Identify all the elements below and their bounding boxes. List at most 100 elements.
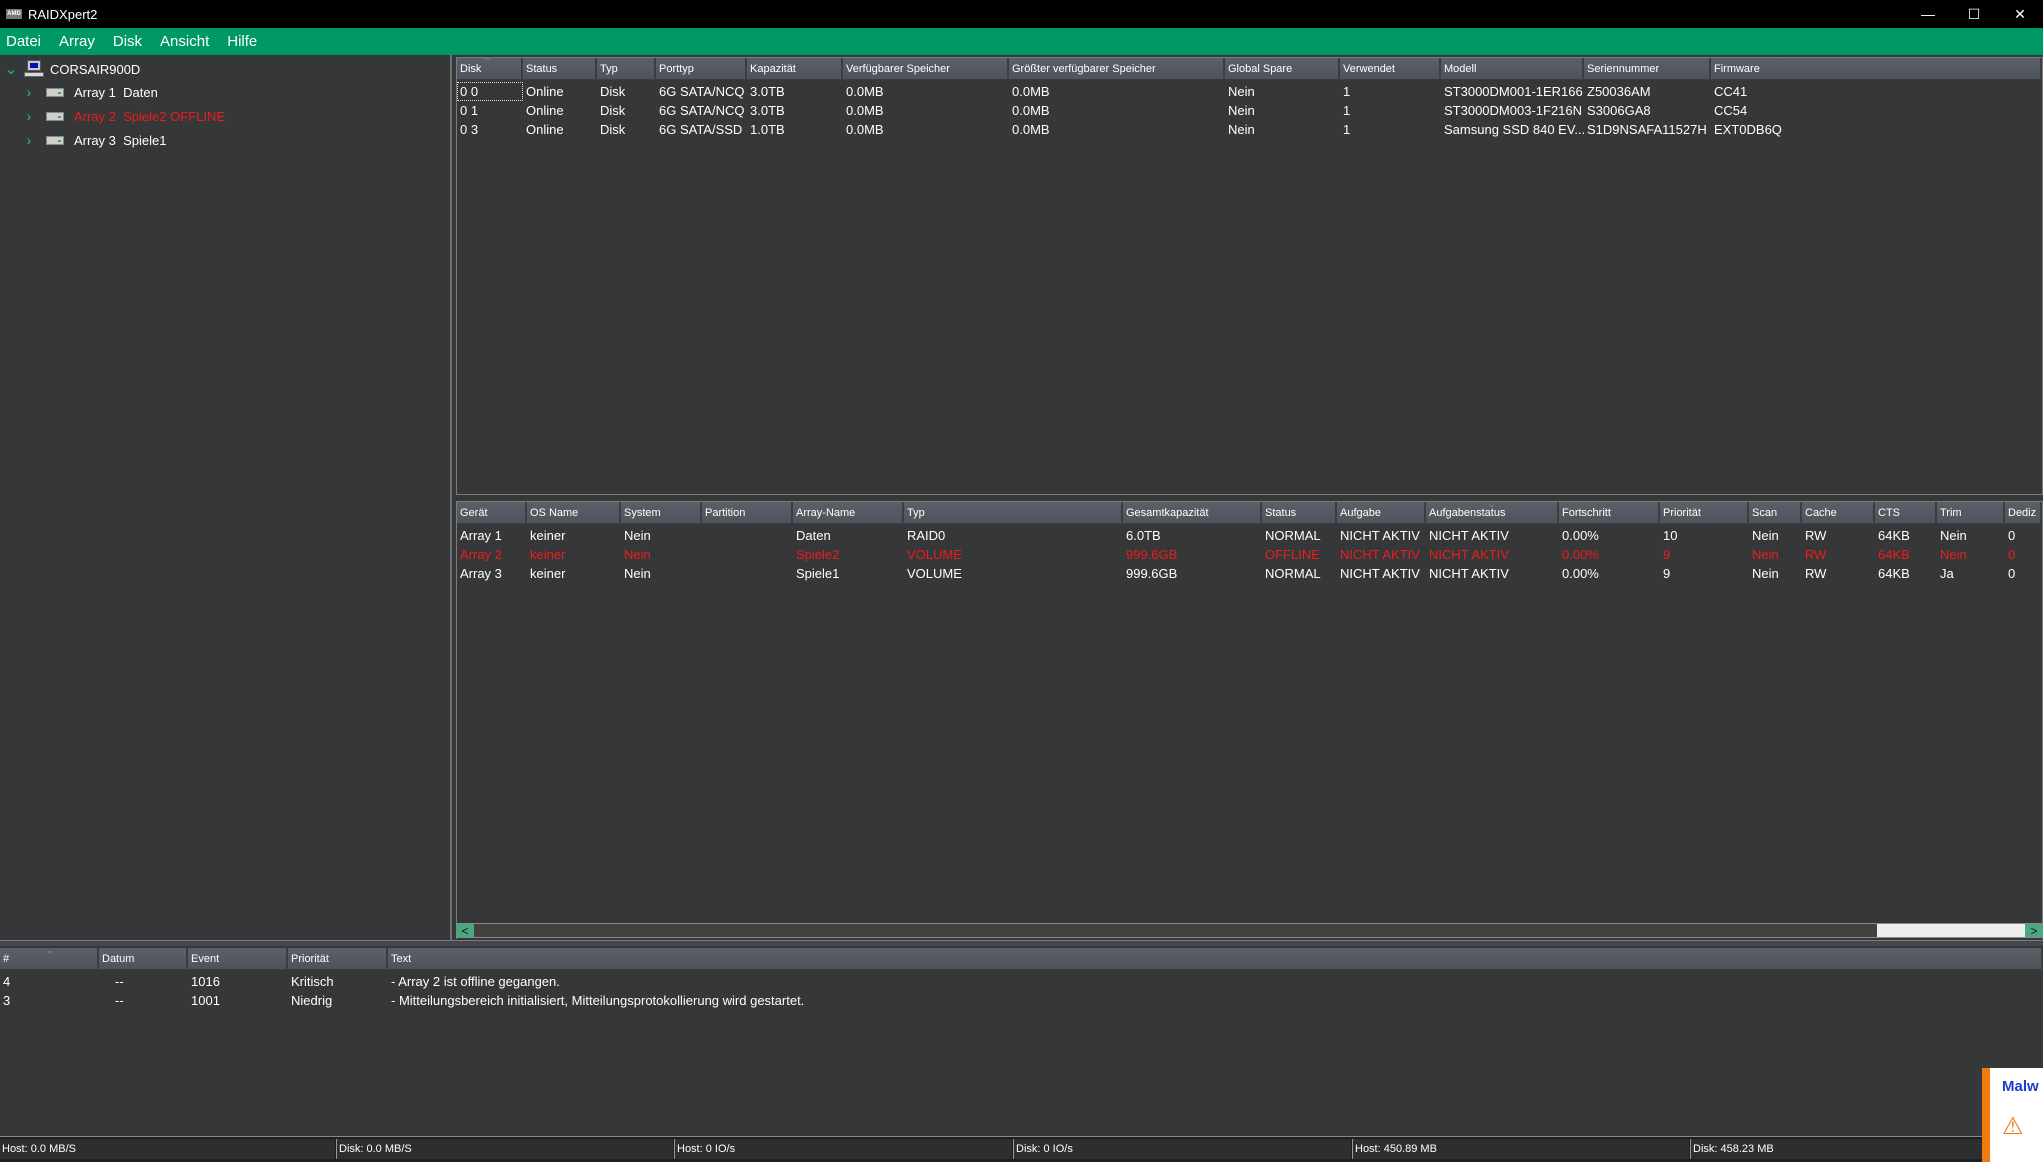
column-header[interactable]: Gesamtkapazität: [1123, 502, 1262, 524]
column-header[interactable]: Datum: [99, 948, 188, 970]
scrollbar-thumb[interactable]: [1877, 924, 2025, 937]
menu-datei[interactable]: Datei: [6, 33, 41, 50]
log-row[interactable]: 3 -- 1001 Niedrig - Mitteilungsbereich i…: [0, 991, 2043, 1010]
column-header[interactable]: System: [621, 502, 702, 524]
table-cell: 0.0MB: [846, 122, 884, 137]
table-cell: Nein: [1228, 84, 1255, 99]
chevron-down-icon[interactable]: ⌄: [4, 61, 18, 78]
tree-node-array-2[interactable]: › Array 2 Spiele2 OFFLINE: [22, 105, 225, 127]
column-header[interactable]: Dediz: [2005, 502, 2042, 524]
status-host-throughput: Host: 0.0 MB/S: [0, 1139, 335, 1159]
table-cell: NICHT AKTIV: [1340, 528, 1420, 543]
log-row[interactable]: 4 -- 1016 Kritisch - Array 2 ist offline…: [0, 972, 2043, 991]
column-header[interactable]: Priorität: [1660, 502, 1749, 524]
table-row[interactable]: 0 3 Online Disk 6G SATA/SSD 1.0TB 0.0MB …: [457, 120, 2042, 139]
table-cell: CC54: [1714, 103, 1748, 118]
column-header[interactable]: Typ: [597, 58, 656, 80]
column-header[interactable]: Cache: [1802, 502, 1875, 524]
chevron-right-icon[interactable]: ›: [22, 84, 36, 100]
column-header[interactable]: Gerät: [457, 502, 527, 524]
column-header[interactable]: Modell: [1441, 58, 1584, 80]
table-row[interactable]: Array 1 keiner Nein Daten RAID0 6.0TB NO…: [457, 526, 2042, 545]
column-header[interactable]: Global Spare: [1225, 58, 1340, 80]
column-header[interactable]: ⌄ Aufgabenstatus: [1426, 502, 1559, 524]
table-cell: 0 1: [460, 103, 479, 118]
notification-toast[interactable]: Malw ⚠: [1982, 1068, 2043, 1162]
column-header[interactable]: Größter verfügbarer Speicher: [1009, 58, 1225, 80]
column-header[interactable]: Seriennummer: [1584, 58, 1711, 80]
column-header[interactable]: ⌄ #: [0, 948, 99, 970]
table-row[interactable]: Array 3 keiner Nein Spiele1 VOLUME 999.6…: [457, 564, 2042, 583]
table-cell: 6G SATA/SSD: [659, 122, 743, 137]
column-header[interactable]: Trim: [1937, 502, 2005, 524]
status-disk-throughput: Disk: 0.0 MB/S: [336, 1139, 673, 1159]
table-cell: --: [115, 993, 124, 1008]
tree-node-label: Array 1 Daten: [74, 84, 158, 100]
table-cell: 1016: [191, 974, 220, 989]
event-log: ⌄ # Datum Event Priorität Text 4 -- 1016 …: [0, 946, 2043, 1136]
menu-hilfe[interactable]: Hilfe: [227, 33, 257, 50]
table-cell: Daten: [796, 528, 831, 543]
horizontal-scrollbar[interactable]: < >: [456, 923, 2043, 938]
table-cell: ST3000DM003-1F216N: [1444, 103, 1583, 118]
column-header[interactable]: Porttyp: [656, 58, 747, 80]
table-row[interactable]: 0 1 Online Disk 6G SATA/NCQ 3.0TB 0.0MB …: [457, 101, 2042, 120]
chevron-left-icon: <: [461, 923, 469, 938]
table-cell: Disk: [600, 103, 626, 118]
column-header[interactable]: Fortschritt: [1559, 502, 1660, 524]
table-cell: RAID0: [907, 528, 946, 543]
amd-logo-icon: AMD: [6, 9, 22, 19]
menu-ansicht[interactable]: Ansicht: [160, 33, 209, 50]
column-header[interactable]: Aufgabe: [1337, 502, 1426, 524]
column-header[interactable]: Status: [1262, 502, 1337, 524]
maximize-button[interactable]: ☐: [1951, 0, 1997, 28]
column-header[interactable]: Kapazität: [747, 58, 843, 80]
table-cell: 0.0MB: [1012, 122, 1050, 137]
table-cell: Nein: [624, 528, 651, 543]
table-cell: RW: [1805, 547, 1827, 562]
column-header[interactable]: Typ: [904, 502, 1123, 524]
column-header[interactable]: Array-Name: [793, 502, 904, 524]
tree-node-array-1[interactable]: › Array 1 Daten: [22, 81, 158, 103]
status-host-iops: Host: 0 IO/s: [674, 1139, 1012, 1159]
minimize-button[interactable]: —: [1905, 0, 1951, 28]
table-cell: Nein: [1228, 103, 1255, 118]
close-button[interactable]: ✕: [1997, 0, 2043, 28]
column-header[interactable]: Event: [188, 948, 288, 970]
scroll-left-button[interactable]: <: [456, 923, 474, 938]
menu-array[interactable]: Array: [59, 33, 95, 50]
table-cell: 0 0: [457, 82, 523, 101]
table-row[interactable]: 0 0 Online Disk 6G SATA/NCQ 3.0TB 0.0MB …: [457, 82, 2042, 101]
column-header[interactable]: Partition: [702, 502, 793, 524]
table-cell: [702, 564, 793, 583]
column-header[interactable]: OS Name: [527, 502, 621, 524]
tree-node-array-3[interactable]: › Array 3 Spiele1: [22, 129, 167, 151]
column-header[interactable]: Scan: [1749, 502, 1802, 524]
disk-table: ^ Disk Status Typ Porttyp Kapazität Verfü…: [456, 57, 2043, 495]
table-cell: --: [115, 974, 124, 989]
status-host-memory: Host: 450.89 MB: [1352, 1139, 1689, 1159]
column-header[interactable]: Text: [388, 948, 2043, 970]
table-cell: 999.6GB: [1126, 566, 1178, 581]
column-header[interactable]: ^ Disk: [457, 58, 523, 80]
table-cell: Nein: [1940, 547, 1967, 562]
table-cell: 6.0TB: [1126, 528, 1161, 543]
table-cell: OFFLINE: [1265, 547, 1320, 562]
table-cell: keiner: [530, 566, 566, 581]
column-header[interactable]: Verfügbarer Speicher: [843, 58, 1009, 80]
column-header[interactable]: Firmware: [1711, 58, 2042, 80]
column-header[interactable]: Status: [523, 58, 597, 80]
chevron-right-icon[interactable]: ›: [22, 132, 36, 148]
column-header[interactable]: Priorität: [288, 948, 388, 970]
menu-disk[interactable]: Disk: [113, 33, 142, 50]
column-header[interactable]: CTS: [1875, 502, 1937, 524]
table-cell: Nein: [1940, 528, 1967, 543]
details-panel: ^ Disk Status Typ Porttyp Kapazität Verfü…: [456, 55, 2043, 940]
drive-icon: [46, 135, 64, 145]
scroll-right-button[interactable]: >: [2025, 924, 2043, 938]
column-header[interactable]: Verwendet: [1340, 58, 1441, 80]
table-cell: Nein: [1228, 122, 1255, 137]
table-row-offline[interactable]: Array 2 keiner Nein Spiele2 VOLUME 999.6…: [457, 545, 2042, 564]
chevron-right-icon[interactable]: ›: [22, 108, 36, 124]
tree-node-host[interactable]: ⌄ CORSAIR900D: [4, 58, 140, 80]
